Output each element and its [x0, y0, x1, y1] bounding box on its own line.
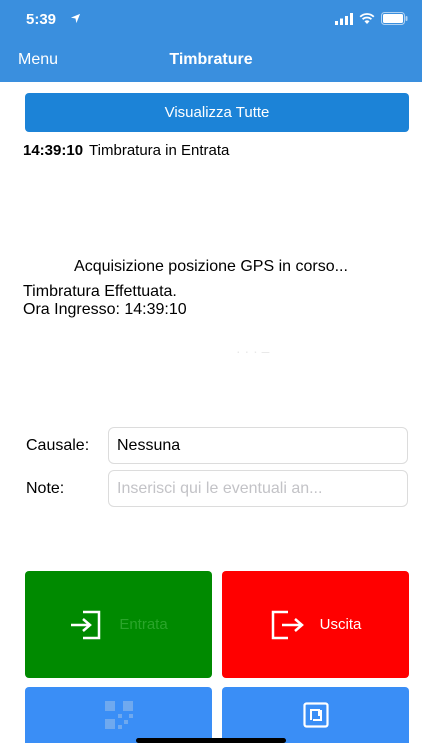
app-header: 5:39 Menu Timbrature — [0, 0, 422, 82]
check-in-time-message: Ora Ingresso: 14:39:10 — [23, 301, 187, 318]
nfc-icon — [302, 702, 329, 728]
entrata-label: Entrata — [119, 616, 168, 633]
status-time: 5:39 — [26, 11, 57, 28]
uscita-label: Uscita — [319, 616, 362, 633]
last-punch-time: 14:39:10 — [23, 142, 84, 159]
view-all-button[interactable]: Visualizza Tutte — [25, 93, 409, 132]
punch-done-message: Timbratura Effettuata. — [23, 283, 177, 300]
causale-field[interactable]: Nessuna — [108, 427, 408, 464]
gps-status-message: Acquisizione posizione GPS in corso... — [74, 258, 348, 275]
battery-icon — [381, 12, 408, 25]
last-punch-type: Timbratura in Entrata — [89, 142, 230, 159]
uscita-button[interactable]: Uscita — [222, 571, 409, 678]
login-icon — [71, 610, 101, 639]
nfc-scan-button[interactable] — [222, 687, 409, 743]
location-arrow-icon — [70, 13, 81, 24]
entrata-button[interactable]: Entrata — [25, 571, 212, 678]
qr-code-icon — [104, 701, 133, 729]
note-input[interactable]: Inserisci qui le eventuali an... — [108, 470, 408, 507]
status-icons — [335, 12, 408, 25]
logout-icon — [271, 610, 304, 639]
view-all-label: Visualizza Tutte — [164, 104, 270, 121]
wifi-icon — [359, 12, 375, 24]
causale-value: Nessuna — [117, 436, 181, 454]
signal-icon — [335, 12, 353, 25]
note-placeholder: Inserisci qui le eventuali an... — [117, 479, 323, 497]
note-label: Note: — [26, 480, 65, 497]
qr-scan-button[interactable] — [25, 687, 212, 743]
last-punch-row: 14:39:10 Timbratura in Entrata — [23, 142, 229, 159]
home-indicator[interactable] — [136, 738, 286, 743]
loading-indicator: · · · – — [236, 343, 270, 359]
causale-label: Causale: — [26, 437, 90, 454]
page-title: Timbrature — [169, 51, 253, 68]
